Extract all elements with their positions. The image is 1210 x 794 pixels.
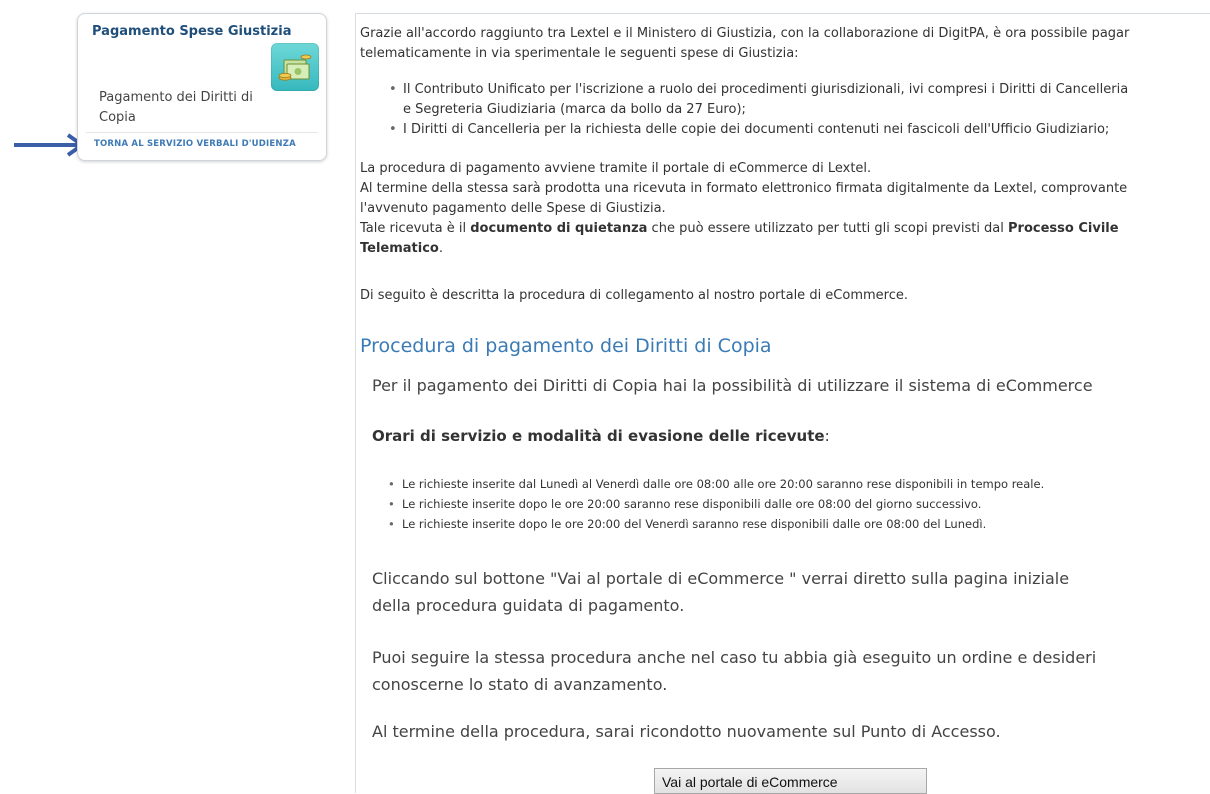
return-link[interactable]: Torna al Servizio Verbali d'Udienza bbox=[94, 139, 296, 149]
description-text: Di seguito è descritta la procedura di c… bbox=[360, 288, 908, 303]
procedure-text-line4: Tale ricevuta è il documento di quietanz… bbox=[360, 221, 1119, 236]
list-item: Le richieste inserite dopo le ore 20:00 … bbox=[388, 494, 1044, 514]
hours-list: Le richieste inserite dal Lunedì al Vene… bbox=[388, 474, 1044, 534]
section-title: Procedura di pagamento dei Diritti di Co… bbox=[360, 335, 772, 357]
procedure-text-line2: Al termine della stessa sarà prodotta un… bbox=[360, 181, 1128, 196]
list-item: Il Contributo Unificato per l'iscrizione… bbox=[389, 80, 1128, 120]
click-instructions-line1: Cliccando sul bottone "Vai al portale di… bbox=[372, 569, 1070, 588]
section-lead: Per il pagamento dei Diritti di Copia ha… bbox=[372, 376, 1093, 395]
follow-instructions-line1: Puoi seguire la stessa procedura anche n… bbox=[372, 648, 1097, 667]
payable-items-list: Il Contributo Unificato per l'iscrizione… bbox=[389, 80, 1128, 140]
procedure-text-line1: La procedura di pagamento avviene tramit… bbox=[360, 161, 872, 176]
intro-text-line1: Grazie all'accordo raggiunto tra Lextel … bbox=[360, 26, 1130, 41]
sidebar-title: Pagamento Spese Giustizia bbox=[92, 24, 292, 39]
intro-text-line2: telematicamente in via sperimentale le s… bbox=[360, 46, 799, 61]
sidebar-divider bbox=[86, 132, 318, 133]
procedure-text-line5: Telematico. bbox=[360, 241, 443, 256]
hours-title: Orari di servizio e modalità di evasione… bbox=[372, 427, 830, 445]
sidebar-panel: Pagamento Spese Giustizia Pagamento dei … bbox=[77, 13, 327, 161]
main-content: Grazie all'accordo raggiunto tra Lextel … bbox=[355, 13, 1210, 794]
ecommerce-portal-button[interactable]: Vai al portale di eCommerce bbox=[654, 768, 927, 794]
follow-instructions-line2: conoscerne lo stato di avanzamento. bbox=[372, 675, 668, 694]
procedure-text-line3: l'avvenuto pagamento delle Spese di Gius… bbox=[360, 201, 666, 216]
list-item: Le richieste inserite dopo le ore 20:00 … bbox=[388, 514, 1044, 534]
list-item: I Diritti di Cancelleria per la richiest… bbox=[389, 120, 1128, 140]
money-icon bbox=[271, 43, 319, 91]
sidebar-link-diritti-copia[interactable]: Pagamento dei Diritti di Copia bbox=[99, 88, 259, 128]
list-item: Le richieste inserite dal Lunedì al Vene… bbox=[388, 474, 1044, 494]
end-instructions: Al termine della procedura, sarai ricond… bbox=[372, 722, 1001, 741]
click-instructions-line2: della procedura guidata di pagamento. bbox=[372, 596, 685, 615]
